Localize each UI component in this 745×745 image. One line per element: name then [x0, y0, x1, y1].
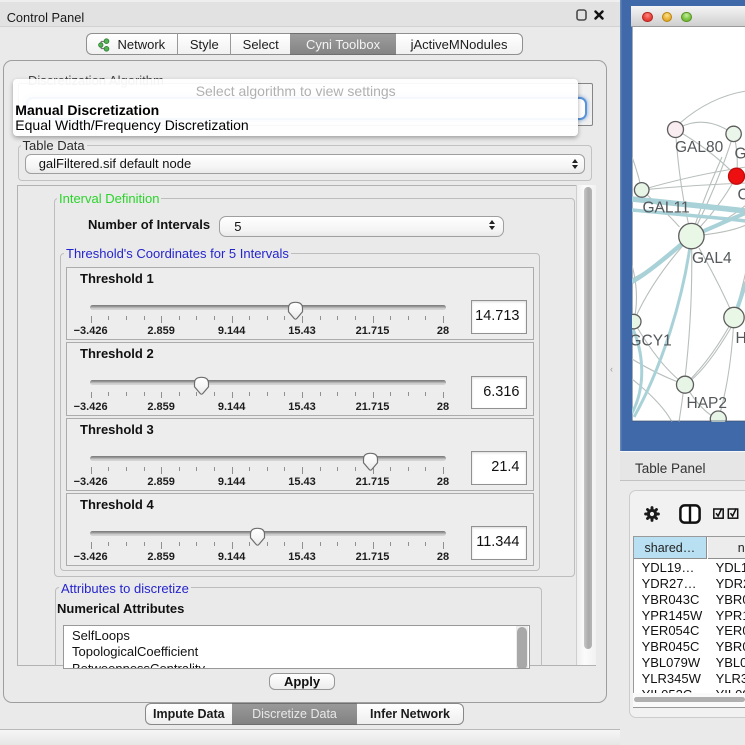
svg-text:GAL11: GAL11: [642, 200, 689, 217]
svg-text:GAL4: GAL4: [692, 250, 732, 267]
svg-text:GA: GA: [734, 146, 745, 163]
svg-text:C: C: [737, 187, 745, 204]
svg-text:GCY1: GCY1: [632, 333, 672, 350]
svg-text:HAP2: HAP2: [686, 395, 727, 412]
svg-text:GAL80: GAL80: [675, 139, 724, 156]
svg-text:H: H: [735, 330, 745, 347]
